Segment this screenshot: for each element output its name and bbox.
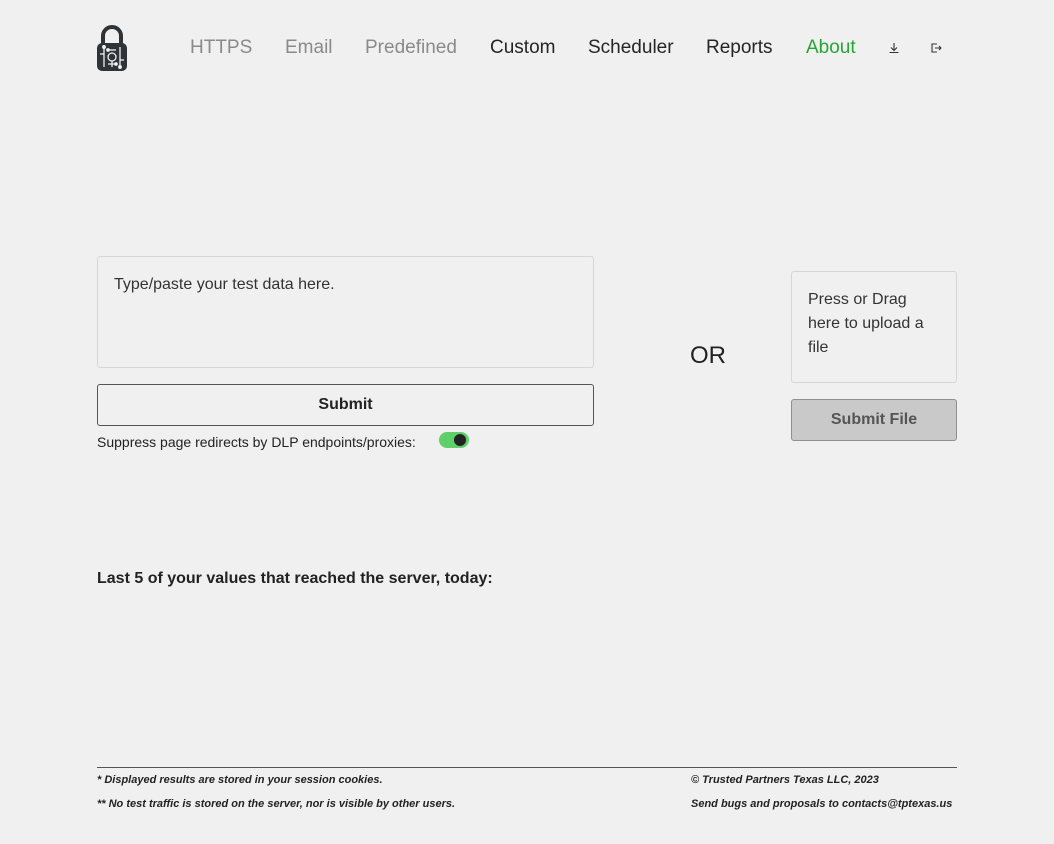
footer-note-privacy: ** No test traffic is stored on the serv… [97,798,456,810]
nav-item-reports[interactable]: Reports [706,36,773,60]
page: HTTPS Email Predefined Custom Scheduler … [0,0,1054,844]
submit-button[interactable]: Submit [97,384,594,426]
footer-contact[interactable]: Send bugs and proposals to contacts@tpte… [691,797,952,811]
nav-item-predefined[interactable]: Predefined [365,36,457,60]
nav-item-about[interactable]: About [806,36,856,60]
padlock-logo-icon[interactable] [96,24,128,72]
or-separator: OR [690,342,726,369]
last-values-heading: Last 5 of your values that reached the s… [97,570,493,587]
nav-item-scheduler[interactable]: Scheduler [588,36,674,60]
toggle-knob [454,434,466,446]
footer-divider [97,767,957,768]
test-data-input[interactable] [97,256,594,368]
download-icon[interactable] [888,42,900,54]
nav-item-email[interactable]: Email [285,36,333,60]
suppress-redirects-label: Suppress page redirects by DLP endpoints… [97,434,416,450]
footer-copyright: © Trusted Partners Texas LLC, 2023 [691,774,879,786]
nav-item-custom[interactable]: Custom [490,36,555,60]
logout-icon[interactable] [930,42,942,54]
footer-note-cookies: * Displayed results are stored in your s… [97,774,383,786]
suppress-redirects-toggle[interactable] [439,432,469,448]
submit-file-button[interactable]: Submit File [791,399,957,441]
file-upload-dropzone[interactable]: Press or Drag here to upload a file [791,271,957,383]
nav-item-https[interactable]: HTTPS [190,36,252,60]
